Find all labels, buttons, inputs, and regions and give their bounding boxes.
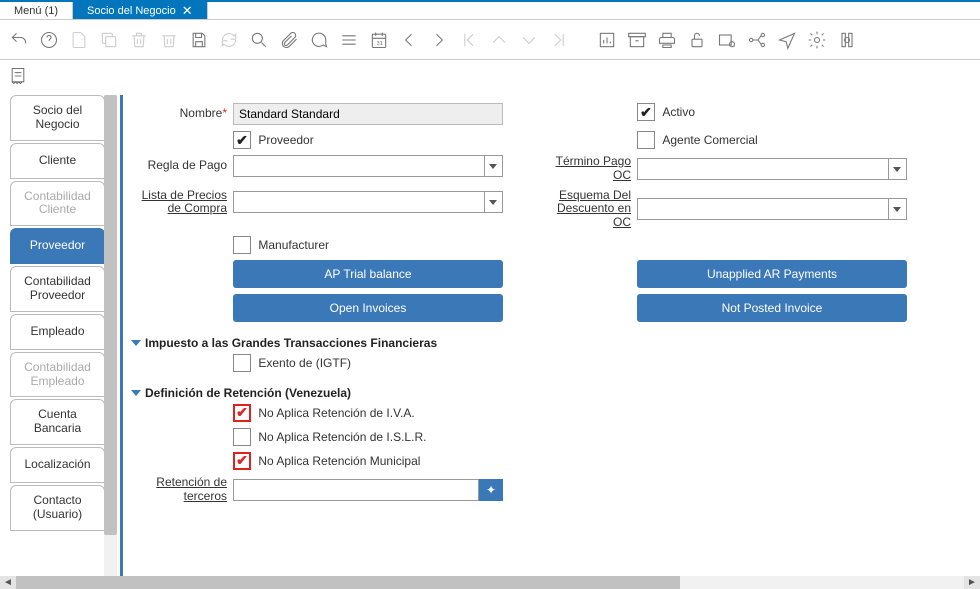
- select-esquema[interactable]: [637, 198, 907, 220]
- list-icon[interactable]: [338, 29, 360, 51]
- sidetab-scrollbar[interactable]: [104, 95, 117, 580]
- sidetab-proveedor[interactable]: Proveedor: [10, 228, 105, 264]
- tab-socio[interactable]: Socio del Negocio ✕: [73, 2, 208, 19]
- gear-icon[interactable]: [806, 29, 828, 51]
- save-icon[interactable]: [188, 29, 210, 51]
- label-islr: No Aplica Retención de I.S.L.R.: [258, 430, 426, 444]
- scroll-right-icon[interactable]: ►: [964, 576, 980, 589]
- checkbox-muni[interactable]: [233, 452, 251, 470]
- left-strip: [0, 60, 35, 100]
- label-iva: No Aplica Retención de I.V.A.: [258, 406, 414, 420]
- label-terceros[interactable]: Retención de terceros: [133, 476, 233, 504]
- chat-icon[interactable]: [308, 29, 330, 51]
- button-notposted[interactable]: Not Posted Invoice: [637, 294, 907, 322]
- side-tabs: Socio del Negocio Cliente Contabilidad C…: [10, 95, 105, 533]
- undo-icon[interactable]: [8, 29, 30, 51]
- delete2-icon[interactable]: [158, 29, 180, 51]
- label-proveedor: Proveedor: [258, 133, 313, 147]
- window-tabbar: Menú (1) Socio del Negocio ✕: [0, 0, 980, 20]
- checkbox-activo[interactable]: [637, 103, 655, 121]
- checkbox-exento[interactable]: [233, 354, 251, 372]
- checkbox-islr[interactable]: [233, 428, 251, 446]
- last-icon[interactable]: [548, 29, 570, 51]
- next-icon[interactable]: [428, 29, 450, 51]
- sidetab-cliente[interactable]: Cliente: [10, 143, 105, 179]
- form-panel: Nombre Activo Proveedor Agente Comercial: [120, 95, 976, 579]
- archive-icon[interactable]: [626, 29, 648, 51]
- label-esquema[interactable]: Esquema Del Descuento en OC: [537, 189, 637, 230]
- label-regla: Regla de Pago: [133, 159, 233, 173]
- sidetab-cont-prov[interactable]: Contabilidad Proveedor: [10, 266, 105, 312]
- prev-icon[interactable]: [398, 29, 420, 51]
- checkbox-manufacturer[interactable]: [233, 236, 251, 254]
- checkbox-iva[interactable]: [233, 404, 251, 422]
- print-icon[interactable]: [656, 29, 678, 51]
- label-manufacturer: Manufacturer: [258, 238, 329, 252]
- sidetab-empleado[interactable]: Empleado: [10, 314, 105, 350]
- sidetab-loc[interactable]: Localización: [10, 447, 105, 483]
- section-retencion-header[interactable]: Definición de Retención (Venezuela): [133, 382, 946, 404]
- collapse-icon: [131, 340, 141, 346]
- button-open-inv[interactable]: Open Invoices: [233, 294, 503, 322]
- label-lista[interactable]: Lista de Precios de Compra: [133, 189, 233, 217]
- checkbox-agente[interactable]: [637, 131, 655, 149]
- copy-icon[interactable]: [98, 29, 120, 51]
- zoom-icon[interactable]: [716, 29, 738, 51]
- select-termino[interactable]: [637, 158, 907, 180]
- lookup-terceros-button[interactable]: ✦: [479, 479, 503, 501]
- section-retencion-title: Definición de Retención (Venezuela): [145, 386, 351, 400]
- help-icon[interactable]: [38, 29, 60, 51]
- refresh-icon[interactable]: [218, 29, 240, 51]
- up-icon[interactable]: [488, 29, 510, 51]
- report-icon[interactable]: [596, 29, 618, 51]
- calendar-icon[interactable]: 31: [368, 29, 390, 51]
- tab-menu-label: Menú (1): [14, 5, 58, 17]
- first-icon[interactable]: [458, 29, 480, 51]
- sidetab-socio[interactable]: Socio del Negocio: [10, 95, 105, 141]
- collapse-icon: [131, 390, 141, 396]
- section-igtf-header[interactable]: Impuesto a las Grandes Transacciones Fin…: [133, 332, 946, 354]
- lock-icon[interactable]: [686, 29, 708, 51]
- tab-menu[interactable]: Menú (1): [0, 2, 73, 19]
- tab-socio-label: Socio del Negocio: [87, 5, 176, 17]
- sidetab-cont-emp[interactable]: Contabilidad Empleado: [10, 352, 105, 398]
- label-activo: Activo: [662, 105, 695, 119]
- sidetab-cont-cliente[interactable]: Contabilidad Cliente: [10, 181, 105, 227]
- sidetab-cuenta[interactable]: Cuenta Bancaria: [10, 399, 105, 445]
- search-icon[interactable]: [248, 29, 270, 51]
- button-unapplied[interactable]: Unapplied AR Payments: [637, 260, 907, 288]
- label-muni: No Aplica Retención Municipal: [258, 454, 420, 468]
- select-lista[interactable]: [233, 191, 503, 213]
- scroll-left-icon[interactable]: ◄: [0, 576, 16, 589]
- workflow-icon[interactable]: [746, 29, 768, 51]
- delete-icon[interactable]: [128, 29, 150, 51]
- down-icon[interactable]: [518, 29, 540, 51]
- input-nombre[interactable]: [233, 103, 503, 125]
- inspect-icon[interactable]: [836, 29, 858, 51]
- label-nombre: Nombre: [133, 107, 233, 121]
- close-icon[interactable]: ✕: [182, 3, 193, 19]
- checkbox-proveedor[interactable]: [233, 131, 251, 149]
- receipt-icon[interactable]: [8, 66, 28, 86]
- input-terceros[interactable]: [233, 479, 479, 501]
- svg-text:31: 31: [377, 41, 383, 47]
- label-agente: Agente Comercial: [662, 133, 757, 147]
- label-termino[interactable]: Término Pago OC: [537, 155, 637, 183]
- button-ap-trial[interactable]: AP Trial balance: [233, 260, 503, 288]
- select-regla[interactable]: [233, 155, 503, 177]
- sidetab-contacto[interactable]: Contacto (Usuario): [10, 485, 105, 531]
- send-icon[interactable]: [776, 29, 798, 51]
- main-toolbar: 31: [0, 20, 980, 60]
- new-icon[interactable]: [68, 29, 90, 51]
- section-igtf-title: Impuesto a las Grandes Transacciones Fin…: [145, 336, 437, 350]
- horizontal-scrollbar[interactable]: ◄ ►: [0, 576, 980, 589]
- attach-icon[interactable]: [278, 29, 300, 51]
- label-exento: Exento de (IGTF): [258, 356, 351, 370]
